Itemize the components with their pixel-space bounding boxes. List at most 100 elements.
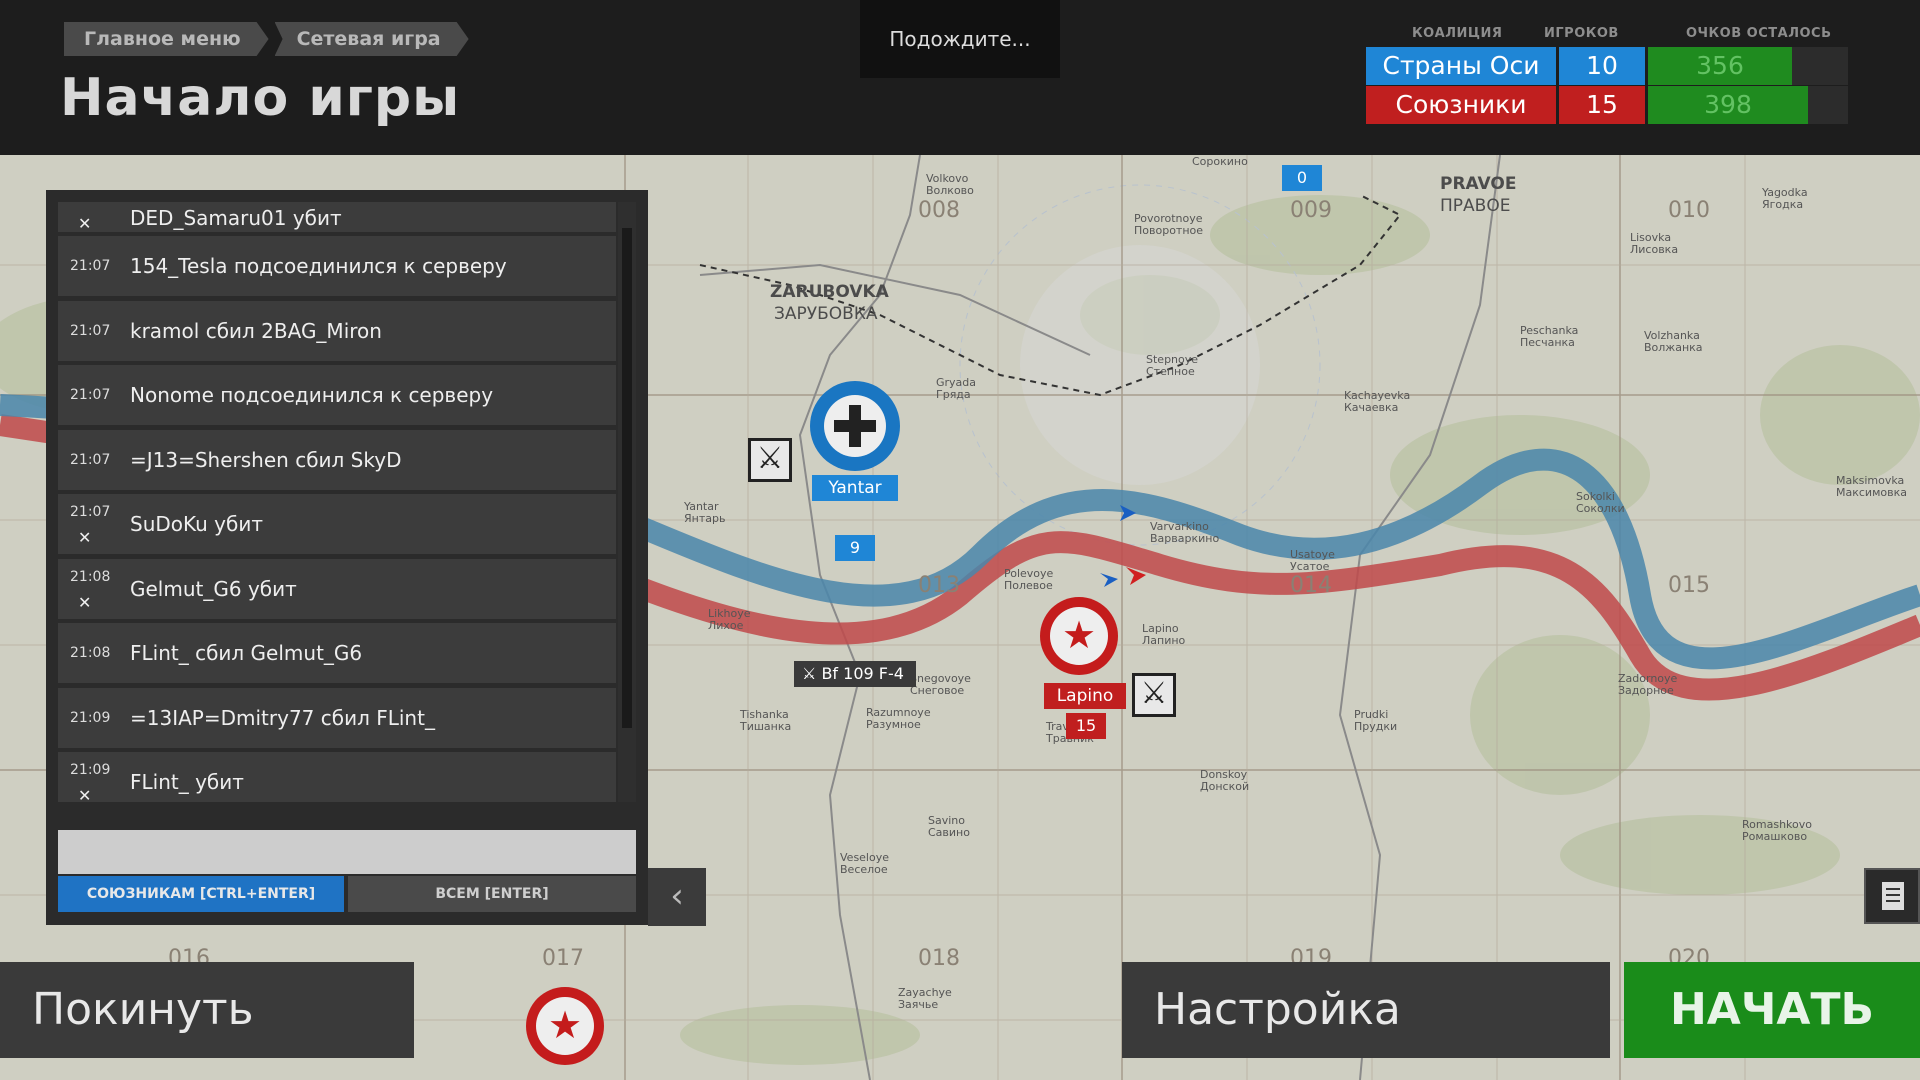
chat-message-time: 21:07 xyxy=(70,387,111,403)
allied-base-label: Lapino xyxy=(1044,683,1126,709)
breadcrumb-multiplayer[interactable]: Сетевая игра xyxy=(275,22,469,56)
chat-input[interactable] xyxy=(58,830,636,874)
chat-message-time: 21:09 xyxy=(70,709,111,726)
chat-message-text: =13IAP=Dmitry77 сбил FLint_ xyxy=(130,705,435,730)
town-label: Заячье xyxy=(898,998,938,1011)
scoreboard-row-allies: Союзники 15 398 xyxy=(1366,86,1851,124)
town-label: Полевое xyxy=(1004,579,1053,592)
chat-message-time: 21:09 xyxy=(70,762,111,778)
send-to-allies-button[interactable]: СОЮЗНИКАМ [CTRL+ENTER] xyxy=(58,876,344,912)
town-label: Прудки xyxy=(1354,720,1397,733)
airfield-icon[interactable]: ⚔ xyxy=(1132,673,1176,717)
chat-message-text: Nonome подсоединился к серверу xyxy=(130,383,494,407)
town-label: ПРАВОЕ xyxy=(1440,196,1510,216)
scoreboard-col-players: ИГРОКОВ xyxy=(1544,26,1619,41)
balkenkreuz-icon xyxy=(824,395,886,457)
kill-icon: ✕ xyxy=(78,528,92,547)
town-label: Сорокино xyxy=(1192,155,1248,168)
town-label: Савино xyxy=(928,826,970,839)
breadcrumb: Главное меню Сетевая игра xyxy=(64,22,475,56)
red-star-icon: ★ xyxy=(536,997,594,1055)
town-label: Веселое xyxy=(840,863,888,876)
allied-base-marker[interactable]: ★ xyxy=(1040,597,1118,675)
team-name: Страны Оси xyxy=(1366,47,1556,85)
chat-message: 21:07 Nonome подсоединился к серверу xyxy=(58,365,616,427)
airfield-icon[interactable]: ⚔ xyxy=(748,438,792,482)
chat-message-time: 21:07 xyxy=(70,258,111,274)
chat-message: 21:07 kramol сбил 2BAG_Miron xyxy=(58,300,616,363)
town-label: Поворотное xyxy=(1134,224,1203,237)
town-label: Снеговое xyxy=(910,684,964,697)
town-label: Лихое xyxy=(708,619,744,632)
chat-message: 21:09 ✕ FLint_ убит xyxy=(58,752,616,802)
chat-scroll-thumb[interactable] xyxy=(622,228,632,728)
grid-label: 009 xyxy=(1290,198,1332,223)
town-label: Лапино xyxy=(1142,634,1186,647)
chat-message: 21:07 ✕ SuDoKu убит xyxy=(58,494,616,556)
town-label: PRAVOE xyxy=(1440,174,1516,194)
mission-briefing-button[interactable] xyxy=(1864,868,1920,924)
team-player-count: 15 xyxy=(1559,86,1645,124)
grid-label: 018 xyxy=(918,946,960,971)
town-label: Максимовка xyxy=(1836,486,1907,499)
axis-base-label: Yantar xyxy=(812,475,898,501)
leave-server-button[interactable]: Покинуть сервер xyxy=(0,962,414,1058)
crossed-swords-icon: ⚔ xyxy=(802,664,822,683)
chat-message-time: 21:08 xyxy=(70,568,111,585)
town-label: Песчанка xyxy=(1520,336,1575,349)
chat-message-text: =J13=Shershen сбил SkyD xyxy=(130,447,402,472)
town-label: Качаевка xyxy=(1344,401,1398,414)
town-label: Волжанка xyxy=(1644,341,1703,354)
town-label: ZARUBOVKA xyxy=(770,282,890,302)
chat-message-text: SuDoKu убит xyxy=(130,512,263,536)
send-to-all-button[interactable]: ВСЕМ [ENTER] xyxy=(348,876,636,912)
town-label: Разумное xyxy=(866,718,921,731)
chat-message-time: 21:07 xyxy=(70,504,111,520)
chat-message-text: Gelmut_G6 убит xyxy=(130,576,297,601)
team-name: Союзники xyxy=(1366,86,1556,124)
chat-message-time: 21:07 xyxy=(70,322,111,339)
chat-message: 21:07 154_Tesla подсоединился к серверу xyxy=(58,236,616,298)
chat-message-text: FLint_ сбил Gelmut_G6 xyxy=(130,641,363,665)
breadcrumb-main-menu[interactable]: Главное меню xyxy=(64,22,269,56)
team-points-value: 356 xyxy=(1648,47,1792,85)
team-player-count: 10 xyxy=(1559,47,1645,85)
grid-label: 015 xyxy=(1668,573,1710,598)
grid-label: 010 xyxy=(1668,198,1710,223)
team-points-value: 398 xyxy=(1648,86,1808,124)
document-icon xyxy=(1882,882,1904,910)
town-label: ЗАРУБОВКА xyxy=(774,304,878,324)
chat-scrollbar[interactable] xyxy=(618,202,636,802)
page-title: Начало игры xyxy=(60,68,461,128)
chat-message-time: 21:08 xyxy=(70,645,111,661)
chat-message-text: FLint_ убит xyxy=(130,770,244,794)
start-button[interactable]: НАЧАТЬ xyxy=(1624,962,1920,1058)
chat-message: 21:08 ✕ Gelmut_G6 убит xyxy=(58,558,616,621)
chevron-left-icon: ‹ xyxy=(670,876,684,916)
town-label: Усатое xyxy=(1290,560,1330,573)
scoreboard-col-coalition: КОАЛИЦИЯ xyxy=(1412,26,1503,41)
town-label: Степное xyxy=(1146,365,1195,378)
scoreboard-col-points: ОЧКОВ ОСТАЛОСЬ xyxy=(1686,26,1832,41)
axis-base-marker[interactable] xyxy=(810,381,900,471)
game-lobby-screen: Главное меню Сетевая игра Начало игры По… xyxy=(0,0,1920,1080)
chat-log[interactable]: ✕ DED_Samaru01 убит 21:07 154_Tesla подсо… xyxy=(58,202,616,802)
town-label: Лисовка xyxy=(1630,243,1678,256)
grid-label: 013 xyxy=(918,573,960,598)
team-points-bar: 356 xyxy=(1648,47,1848,85)
aircraft-type-label: Bf 109 F-4 xyxy=(821,664,904,683)
aircraft-type-tag[interactable]: ⚔ Bf 109 F-4 xyxy=(794,661,916,687)
town-label: Волково xyxy=(926,184,974,197)
town-label: Ромашково xyxy=(1742,830,1807,843)
town-label: Донской xyxy=(1200,780,1249,793)
aircraft-setup-button[interactable]: Настройка самолёта xyxy=(1122,962,1610,1058)
kill-icon: ✕ xyxy=(78,786,92,802)
allied-base-marker[interactable]: ★ xyxy=(526,987,604,1065)
town-label: Ягодка xyxy=(1762,198,1803,211)
collapse-chat-button[interactable]: ‹ xyxy=(648,868,706,926)
kill-icon: ✕ xyxy=(78,214,92,233)
chat-message-text: kramol сбил 2BAG_Miron xyxy=(130,318,382,343)
chat-message-text: DED_Samaru01 убит xyxy=(130,206,342,230)
town-label: Соколки xyxy=(1576,502,1625,515)
allied-base-count: 15 xyxy=(1066,713,1106,739)
